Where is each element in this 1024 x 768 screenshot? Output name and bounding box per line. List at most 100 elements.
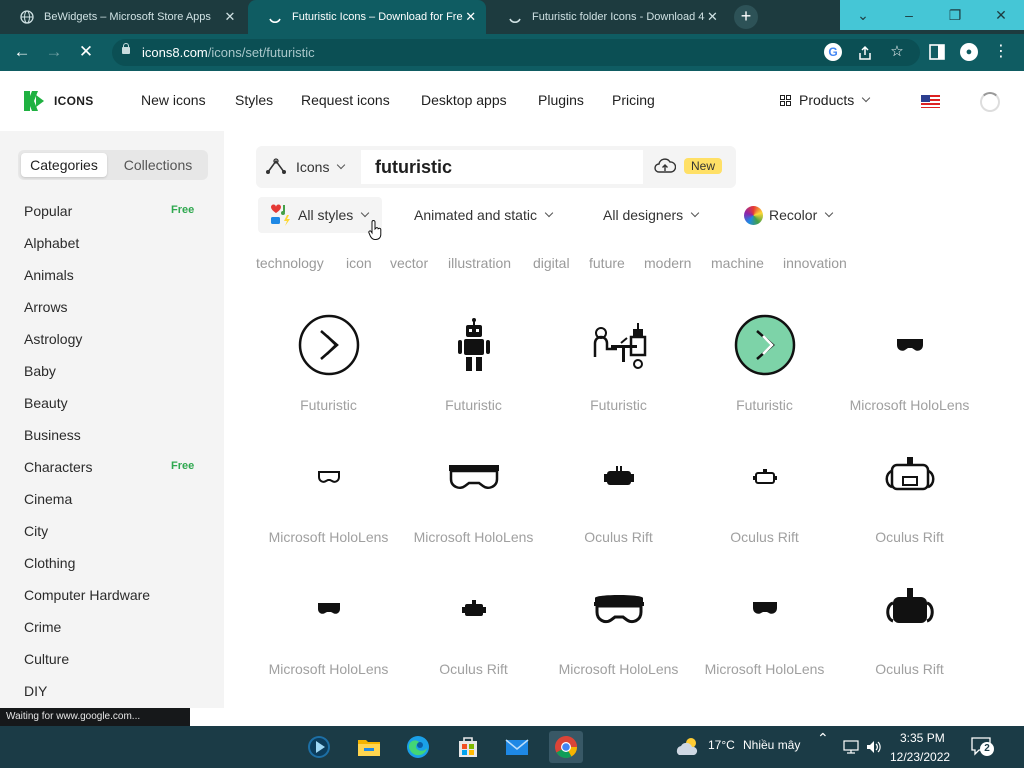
edge-taskbar-button[interactable] (401, 731, 435, 763)
icon-result-card[interactable]: Microsoft HoloLens (256, 564, 401, 696)
forward-button[interactable]: → (42, 41, 66, 65)
clock-time[interactable]: 3:35 PM (900, 731, 945, 745)
lock-icon[interactable] (122, 43, 130, 54)
sidebar-item-category[interactable]: Business (0, 419, 224, 451)
sidebar-item-category[interactable]: Clothing (0, 547, 224, 579)
tab-categories[interactable]: Categories (21, 153, 107, 177)
icon-caption: Oculus Rift (439, 661, 508, 677)
weather-temperature[interactable]: 17°C (708, 738, 735, 752)
us-flag-icon[interactable] (921, 95, 940, 108)
icon-result-card[interactable]: Microsoft HoloLens (837, 300, 982, 432)
icon-result-card[interactable]: Futuristic (546, 300, 691, 432)
icons8-logo-icon[interactable] (24, 91, 44, 111)
tag-chip[interactable]: modern (644, 255, 691, 271)
nav-new-icons[interactable]: New icons (141, 92, 206, 108)
sidebar-item-category[interactable]: Crime (0, 611, 224, 643)
tab-search-button[interactable]: ⌄ (840, 0, 886, 30)
tab-futuristic-folder[interactable]: Futuristic folder Icons - Download 484 ✕ (488, 0, 728, 34)
tag-chip[interactable]: digital (533, 255, 570, 271)
upload-image-search-button[interactable]: New (654, 158, 723, 174)
icon-result-card[interactable]: Oculus Rift (837, 564, 982, 696)
new-tab-button[interactable]: + (734, 5, 758, 29)
show-hidden-icons-chevron-icon[interactable]: ⌃ (817, 730, 829, 747)
animation-filter-dropdown[interactable]: Animated and static (414, 205, 554, 225)
brand-name[interactable]: ICONS (54, 94, 94, 108)
sidebar-item-category[interactable]: Baby (0, 355, 224, 387)
nav-styles[interactable]: Styles (235, 92, 273, 108)
bookmark-star-icon[interactable]: ☆ (888, 43, 906, 61)
speaker-volume-icon[interactable] (865, 739, 883, 755)
tab-close-icon[interactable]: ✕ (463, 9, 478, 25)
minimize-button[interactable]: – (886, 0, 932, 30)
nav-plugins[interactable]: Plugins (538, 92, 584, 108)
weather-condition[interactable]: Nhiều mây (743, 738, 800, 752)
sidebar-item-category[interactable]: Characters Free (0, 451, 224, 483)
icon-result-card[interactable]: Microsoft HoloLens (256, 432, 401, 564)
restore-button[interactable]: ❐ (932, 0, 978, 30)
tag-chip[interactable]: vector (390, 255, 428, 271)
nav-request-icons[interactable]: Request icons (301, 92, 390, 108)
designers-filter-dropdown[interactable]: All designers (603, 205, 700, 225)
sidebar-item-category[interactable]: Cinema (0, 483, 224, 515)
icon-result-card[interactable]: Microsoft HoloLens (546, 564, 691, 696)
clock-date[interactable]: 12/23/2022 (890, 750, 950, 764)
sidebar-item-category[interactable]: City (0, 515, 224, 547)
icon-result-card[interactable]: Oculus Rift (401, 564, 546, 696)
icon-result-card[interactable]: Microsoft HoloLens (401, 432, 546, 564)
tag-chip[interactable]: technology (256, 255, 324, 271)
stop-loading-button[interactable]: ✕ (74, 41, 98, 65)
tab-futuristic-icons[interactable]: Futuristic Icons – Download for Free in … (248, 0, 486, 34)
sidebar-item-category[interactable]: Animals (0, 259, 224, 291)
google-lens-icon[interactable]: G (824, 43, 842, 61)
tag-chip[interactable]: innovation (783, 255, 847, 271)
tab-collections[interactable]: Collections (111, 153, 205, 177)
profile-avatar-icon[interactable]: ● (960, 43, 978, 61)
nav-desktop-apps[interactable]: Desktop apps (421, 92, 507, 108)
tag-chip[interactable]: illustration (448, 255, 511, 271)
sidebar-item-category[interactable]: Arrows (0, 291, 224, 323)
tab-close-icon[interactable]: ✕ (222, 9, 238, 25)
share-icon[interactable] (856, 44, 874, 62)
chrome-taskbar-button[interactable] (549, 731, 583, 763)
close-window-button[interactable]: ✕ (978, 0, 1024, 30)
weather-cloud-icon[interactable] (674, 734, 702, 760)
search-input[interactable] (361, 150, 643, 184)
icon-result-card[interactable]: Oculus Rift (546, 432, 691, 564)
media-player-taskbar-button[interactable] (302, 731, 336, 763)
styles-filter-dropdown[interactable]: All styles (258, 197, 382, 233)
back-button[interactable]: ← (10, 41, 34, 65)
nav-pricing[interactable]: Pricing (612, 92, 655, 108)
tag-chip[interactable]: machine (711, 255, 764, 271)
sidebar-item-category[interactable]: Computer Hardware (0, 579, 224, 611)
file-explorer-taskbar-button[interactable] (352, 731, 386, 763)
menu-kebab-icon[interactable]: ⋮ (992, 43, 1010, 61)
sidebar-item-category[interactable]: Beauty (0, 387, 224, 419)
site-header: ICONS New icons Styles Request icons Des… (0, 71, 1024, 131)
sidebar-item-category[interactable]: Popular Free (0, 195, 224, 227)
tag-chip[interactable]: future (589, 255, 625, 271)
recolor-dropdown[interactable]: Recolor (744, 205, 834, 225)
icon-result-card[interactable]: Microsoft HoloLens (692, 564, 837, 696)
tag-chip[interactable]: icon (346, 255, 372, 271)
icon-result-card[interactable]: Futuristic (256, 300, 401, 432)
products-menu[interactable]: Products (780, 92, 871, 108)
address-bar[interactable]: icons8.com/icons/set/futuristic G ☆ (112, 39, 920, 66)
sidebar-item-category[interactable]: Culture (0, 643, 224, 675)
sidebar-item-category[interactable]: Alphabet (0, 227, 224, 259)
sidebar-item-category[interactable]: Astrology (0, 323, 224, 355)
icon-result-card[interactable]: Futuristic (401, 300, 546, 432)
icon-result-card[interactable]: Oculus Rift (692, 432, 837, 564)
icon-caption: Microsoft HoloLens (413, 529, 534, 545)
sidebar-item-category[interactable]: DIY (0, 675, 224, 707)
free-badge: Free (171, 460, 195, 472)
notification-center-button[interactable]: 2 (970, 736, 996, 758)
icon-result-card[interactable]: Oculus Rift (837, 432, 982, 564)
network-icon[interactable] (843, 740, 859, 754)
side-panel-icon[interactable] (928, 43, 946, 61)
microsoft-store-taskbar-button[interactable] (451, 731, 485, 763)
tab-bewidgets[interactable]: BeWidgets – Microsoft Store Apps ✕ (0, 0, 246, 34)
icon-result-card[interactable]: Futuristic (692, 300, 837, 432)
search-type-dropdown[interactable]: Icons (264, 158, 346, 176)
tab-close-icon[interactable]: ✕ (705, 9, 720, 25)
mail-taskbar-button[interactable] (500, 731, 534, 763)
